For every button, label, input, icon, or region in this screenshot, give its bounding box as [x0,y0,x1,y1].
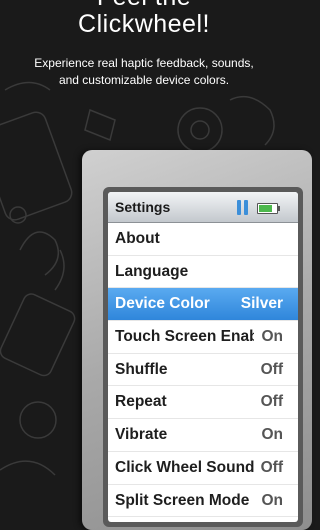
ipod-screen: Settings About Language Device Color Silver… [108,192,298,522]
menu-item-label: About [115,230,160,247]
menu-item-label: Split Screen Mode [115,491,250,509]
menu-item-touch-screen-enabled[interactable]: Touch Screen Enabled On [108,321,298,354]
battery-icon [257,203,280,214]
menu-item-label: Device Color [115,295,210,313]
menu-item-repeat[interactable]: Repeat Off [108,386,298,420]
menu-item-value: On [261,426,283,444]
menu-item-label: Repeat [115,393,167,411]
menu-item-value: Silver [240,295,283,313]
screen-title-bar: Settings [108,192,298,223]
subtitle-line-1: Experience real haptic feedback, sounds, [34,56,254,70]
menu-item-value: On [261,328,283,346]
menu-item-shuffle[interactable]: Shuffle Off [108,354,298,387]
menu-item-about[interactable]: About [108,223,298,256]
menu-item-language[interactable]: Language [108,256,298,289]
menu-item-label: Touch Screen Enabled [115,328,254,346]
menu-item-value: On [261,491,283,509]
menu-item-label: Vibrate [115,426,168,444]
menu-item-label: Shuffle [115,360,168,378]
menu-item-label: Language [115,262,189,280]
menu-item-value: Off [260,360,283,378]
promo-headline: Feel the Clickwheel! [0,0,288,38]
menu-item-device-color[interactable]: Device Color Silver [108,288,298,322]
menu-item-split-screen-mode[interactable]: Split Screen Mode On [108,485,298,518]
screen-title: Settings [115,199,171,215]
menu-item-click-wheel-sounds[interactable]: Click Wheel Sounds Off [108,452,298,485]
subtitle-line-2: and customizable device colors. [58,73,230,87]
menu-item-vibrate[interactable]: Vibrate On [108,419,298,452]
menu-item-value: Off [260,393,283,411]
menu-item-value: Off [260,458,283,476]
menu-item-label: Click Wheel Sounds [115,458,254,476]
headline-line-2: Clickwheel! [78,10,210,38]
pause-icon [237,200,249,215]
settings-menu: About Language Device Color Silver Touch Scr… [108,223,298,518]
promo-subtitle: Experience real haptic feedback, sounds,… [10,55,278,89]
